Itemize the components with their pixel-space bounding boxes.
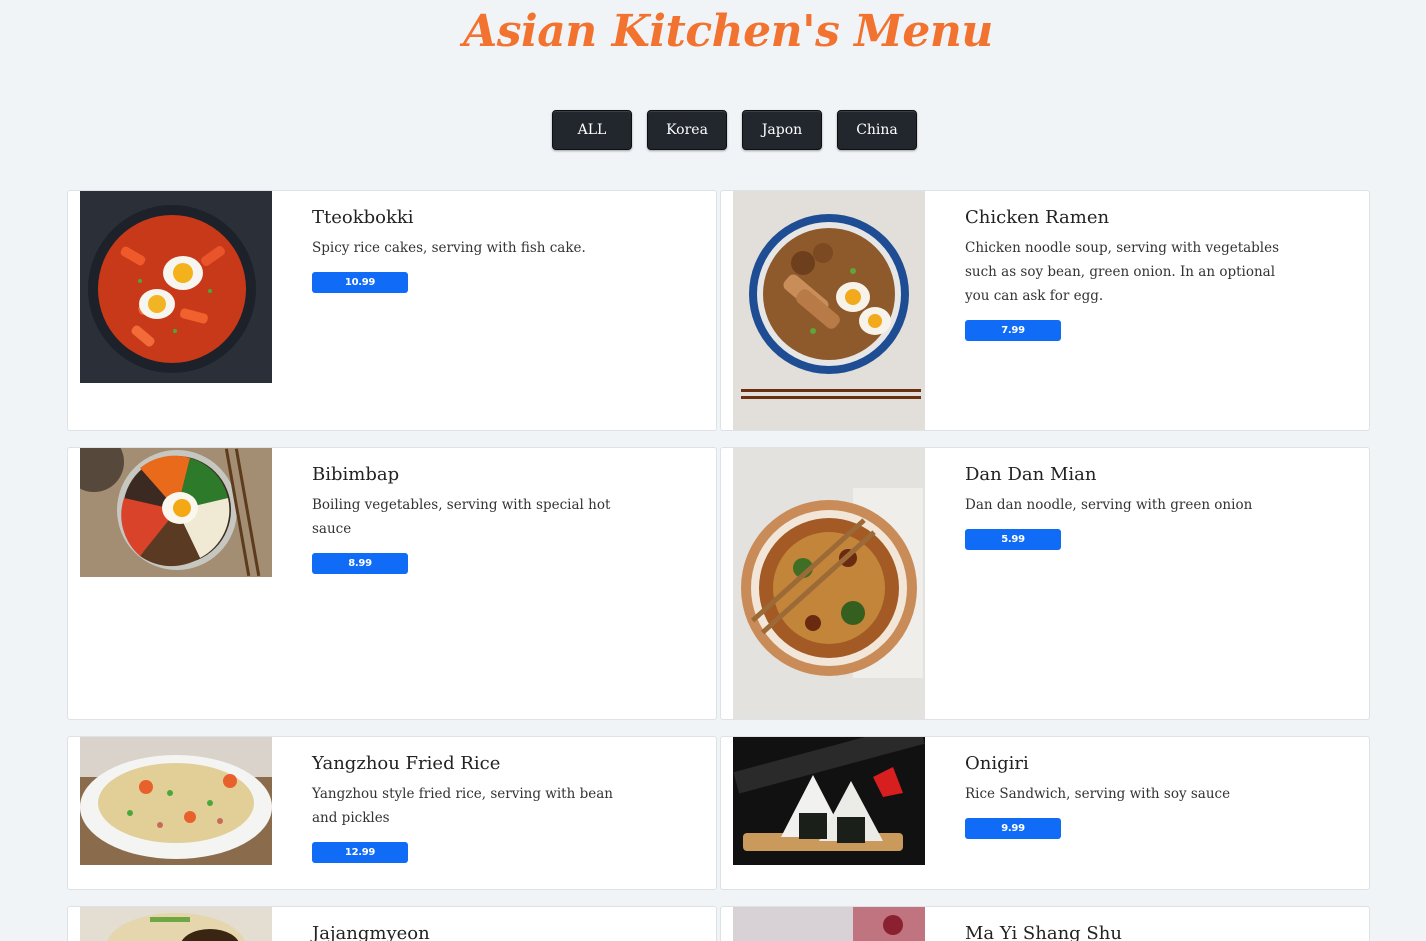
menu-item-price: 12.99 [312, 842, 408, 863]
yangzhou-fried-rice-photo [80, 737, 272, 865]
filter-japon-button[interactable]: Japon [742, 110, 822, 150]
ma-yi-shang-shu-photo [733, 907, 925, 941]
menu-item-info: Ma Yi Shang Shu [965, 923, 1295, 941]
onigiri-photo [733, 737, 925, 865]
menu-item-description: Boiling vegetables, serving with special… [312, 497, 611, 537]
menu-item-price: 9.99 [965, 818, 1061, 839]
menu-item-info: Dan Dan Mian Dan dan noodle, serving wit… [965, 464, 1295, 550]
menu-item-price: 10.99 [312, 272, 408, 293]
tteokbokki-photo [80, 191, 272, 383]
menu-item-card: Bibimbap Boiling vegetables, serving wit… [67, 447, 717, 720]
menu-item-description: Rice Sandwich, serving with soy sauce [965, 786, 1231, 802]
menu-item-info: Onigiri Rice Sandwich, serving with soy … [965, 753, 1295, 839]
menu-item-price: 8.99 [312, 553, 408, 574]
filter-all-button[interactable]: ALL [552, 110, 632, 150]
menu-item-description: Dan dan noodle, serving with green onion [965, 497, 1253, 513]
menu-item-info: Bibimbap Boiling vegetables, serving wit… [312, 464, 642, 574]
chicken-ramen-photo [733, 191, 925, 430]
menu-item-name: Tteokbokki [312, 207, 414, 228]
menu-item-card: Jajangmyeon [67, 906, 717, 941]
menu-item-description: Yangzhou style fried rice, serving with … [312, 786, 613, 826]
menu-item-price: 5.99 [965, 529, 1061, 550]
menu-item-name: Ma Yi Shang Shu [965, 923, 1122, 941]
menu-item-price: 7.99 [965, 320, 1061, 341]
menu-item-card: Yangzhou Fried Rice Yangzhou style fried… [67, 736, 717, 890]
page-title: Asian Kitchen's Menu [463, 6, 993, 57]
menu-item-card: Onigiri Rice Sandwich, serving with soy … [720, 736, 1370, 890]
bibimbap-photo [80, 448, 272, 577]
menu-item-info: Jajangmyeon [312, 923, 642, 941]
filter-china-button[interactable]: China [837, 110, 917, 150]
category-filter-bar: ALL Korea Japon China [552, 110, 917, 150]
menu-item-card: Ma Yi Shang Shu [720, 906, 1370, 941]
menu-item-info: Yangzhou Fried Rice Yangzhou style fried… [312, 753, 642, 863]
menu-item-card: Tteokbokki Spicy rice cakes, serving wit… [67, 190, 717, 431]
dan-dan-mian-photo [733, 448, 925, 719]
menu-item-card: Chicken Ramen Chicken noodle soup, servi… [720, 190, 1370, 431]
menu-item-description: Chicken noodle soup, serving with vegeta… [965, 240, 1280, 304]
menu-item-name: Onigiri [965, 753, 1029, 774]
menu-item-info: Chicken Ramen Chicken noodle soup, servi… [965, 207, 1295, 341]
menu-item-name: Yangzhou Fried Rice [312, 753, 501, 774]
jajangmyeon-photo [80, 907, 272, 941]
menu-item-card: Dan Dan Mian Dan dan noodle, serving wit… [720, 447, 1370, 720]
menu-item-name: Dan Dan Mian [965, 464, 1097, 485]
menu-item-name: Bibimbap [312, 464, 400, 485]
menu-item-name: Jajangmyeon [312, 923, 430, 941]
filter-korea-button[interactable]: Korea [647, 110, 727, 150]
menu-item-name: Chicken Ramen [965, 207, 1110, 228]
menu-item-info: Tteokbokki Spicy rice cakes, serving wit… [312, 207, 642, 293]
menu-item-description: Spicy rice cakes, serving with fish cake… [312, 240, 586, 256]
